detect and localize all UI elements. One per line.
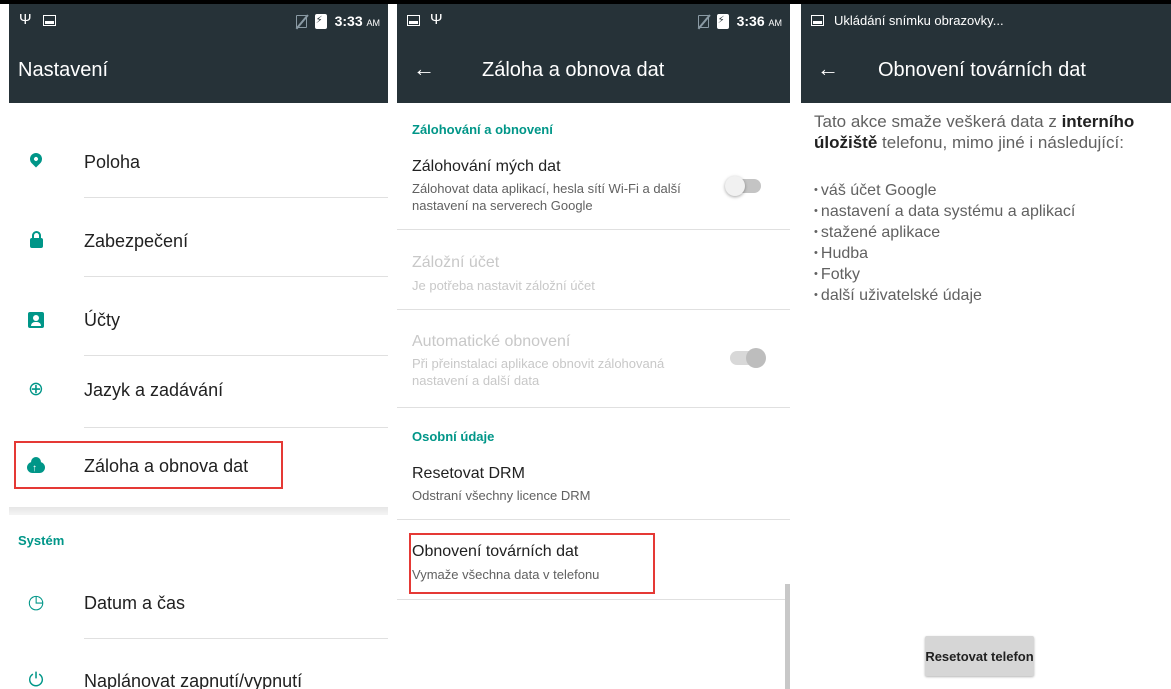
screenshot-icon <box>407 14 420 26</box>
no-sim-icon <box>697 14 709 28</box>
section-shadow <box>9 507 388 515</box>
list-item: další uživatelské údaje <box>814 286 1075 307</box>
settings-item-label: Účty <box>84 310 120 330</box>
lock-icon <box>27 231 45 251</box>
erased-data-list: váš účet Google nastavení a data systému… <box>814 181 1075 307</box>
auto-restore-toggle <box>730 348 766 368</box>
reset-phone-button[interactable]: Resetovat telefon <box>925 636 1034 676</box>
settings-item-label: Naplánovat zapnutí/vypnutí <box>84 671 303 689</box>
pref-summary: Odstraní všechny licence DRM <box>412 488 591 503</box>
clock-icon: ◷ <box>27 592 45 613</box>
scrollbar[interactable] <box>785 584 790 689</box>
screenshot-icon <box>43 14 56 26</box>
settings-item-label: Poloha <box>84 152 141 172</box>
no-sim-icon <box>295 14 307 28</box>
back-arrow-icon[interactable]: ← <box>817 56 839 82</box>
power-schedule-icon: ⏻ <box>28 670 44 689</box>
location-pin-icon <box>27 150 45 172</box>
pref-title: Resetovat DRM <box>412 465 525 482</box>
divider <box>397 229 790 230</box>
highlight-box <box>14 441 283 489</box>
settings-item-label: Datum a čas <box>84 593 186 613</box>
list-item: Hudba <box>814 244 1075 265</box>
settings-item-scheduled-power[interactable]: ⏻ Naplánovat zapnutí/vypnutí <box>9 644 388 689</box>
battery-charging-icon <box>314 13 327 29</box>
status-bar: Ukládání snímku obrazovky... <box>801 4 1171 40</box>
divider <box>84 427 388 428</box>
status-bar: Ψ 3:36 AM <box>397 4 790 40</box>
pref-title: Automatické obnovení <box>412 333 571 350</box>
section-header-system: Systém <box>18 533 65 548</box>
backup-screen: Ψ 3:36 AM ← Záloha a obnova dat Zálohová… <box>397 4 790 689</box>
pref-summary: Je potřeba nastavit záložní účet <box>412 278 595 293</box>
list-item: nastavení a data systému a aplikací <box>814 202 1075 223</box>
clock-text: 3:33 AM <box>334 13 380 29</box>
settings-item-location[interactable]: Poloha <box>9 125 388 201</box>
pref-summary: Zálohovat data aplikací, hesla sítí Wi-F… <box>412 181 681 213</box>
pref-title: Zálohování mých dat <box>412 158 561 175</box>
notification-text: Ukládání snímku obrazovky... <box>834 13 1004 28</box>
settings-item-label: Zabezpečení <box>84 231 189 251</box>
battery-charging-icon <box>716 13 729 29</box>
divider <box>397 407 790 408</box>
settings-item-date-time[interactable]: ◷ Datum a čas <box>9 566 388 642</box>
page-title: Nastavení <box>18 59 109 81</box>
status-bar: Ψ 3:33 AM <box>9 4 388 40</box>
divider <box>397 309 790 310</box>
screenshot-icon <box>811 15 824 26</box>
section-header-personal: Osobní údaje <box>412 429 495 444</box>
list-item: Fotky <box>814 265 1075 286</box>
list-item: stažené aplikace <box>814 223 1075 244</box>
divider <box>84 276 388 277</box>
usb-icon: Ψ <box>430 11 443 28</box>
app-toolbar: Nastavení <box>9 40 388 103</box>
settings-item-label: Jazyk a zadávání <box>84 380 224 400</box>
warning-text: Tato akce smaže veškerá data z interního… <box>814 112 1135 152</box>
settings-item-accounts[interactable]: Účty <box>9 283 388 359</box>
page-title: Záloha a obnova dat <box>482 59 665 81</box>
pref-title: Záložní účet <box>412 254 500 271</box>
settings-item-language[interactable]: ⊕ Jazyk a zadávání <box>9 353 388 429</box>
divider <box>84 197 388 198</box>
highlight-box <box>409 533 655 594</box>
globe-icon: ⊕ <box>28 379 44 400</box>
list-item: váš účet Google <box>814 181 1075 202</box>
settings-screen: Ψ 3:33 AM Nastavení Poloha Zabezpečení Ú… <box>9 4 388 689</box>
section-header-backup: Zálohování a obnovení <box>412 122 553 137</box>
factory-reset-screen: Ukládání snímku obrazovky... ← Obnovení … <box>801 4 1171 689</box>
app-toolbar: ← Obnovení továrních dat <box>801 40 1171 103</box>
app-toolbar: ← Záloha a obnova dat <box>397 40 790 103</box>
backup-toggle[interactable] <box>725 176 761 196</box>
settings-list: Poloha Zabezpečení Účty ⊕ Jazyk a zadává… <box>9 103 388 689</box>
account-box-icon <box>27 310 45 330</box>
settings-item-security[interactable]: Zabezpečení <box>9 204 388 280</box>
page-title: Obnovení továrních dat <box>878 59 1086 81</box>
back-arrow-icon[interactable]: ← <box>413 56 435 82</box>
clock-text: 3:36 AM <box>736 13 782 29</box>
divider <box>84 638 388 639</box>
pref-summary: Při přeinstalaci aplikace obnovit záloho… <box>412 356 665 388</box>
divider <box>397 519 790 520</box>
divider <box>397 599 790 600</box>
usb-icon: Ψ <box>19 11 32 28</box>
